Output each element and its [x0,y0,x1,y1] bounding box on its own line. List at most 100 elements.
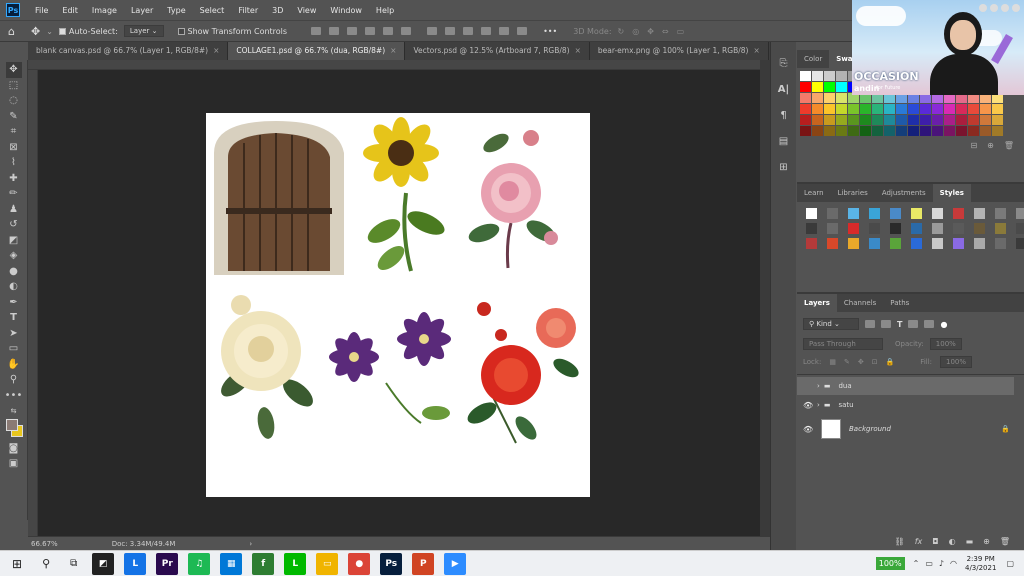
paragraph-panel-icon[interactable]: ¶ [777,108,791,122]
style-preset-swatch[interactable] [932,223,943,234]
screen-mode-icon[interactable]: ▣ [6,456,22,472]
menu-type[interactable]: Type [160,6,192,15]
align-right-icon[interactable] [401,27,412,35]
color-swatch[interactable] [812,126,823,136]
tab-learn[interactable]: Learn [797,184,831,202]
hand-tool-icon[interactable]: ✋ [6,357,22,373]
color-swatch[interactable] [836,82,847,92]
filter-type-icon[interactable]: T [897,320,902,329]
taskbar-app-spotify[interactable]: ♫ [188,552,211,575]
style-preset-swatch[interactable] [890,208,901,219]
align-left-icon[interactable] [365,27,376,35]
eyedropper-tool-icon[interactable]: ⌇ [6,155,22,171]
show-transform-checkbox[interactable]: Show Transform Controls [177,27,287,36]
color-swatch[interactable] [896,104,907,114]
close-icon[interactable]: × [390,46,396,55]
style-preset-swatch[interactable] [911,208,922,219]
close-icon[interactable]: × [753,46,759,55]
webcam-icon[interactable] [1001,4,1009,12]
layer-name[interactable]: satu [838,401,853,409]
style-preset-swatch[interactable] [1016,208,1024,219]
color-swatch[interactable] [968,115,979,125]
pen-tool-icon[interactable]: ✒ [6,295,22,311]
trash-icon[interactable]: 🗑 [1000,537,1010,546]
style-preset-swatch[interactable] [911,223,922,234]
color-swatches[interactable] [4,418,24,441]
blur-tool-icon[interactable]: ● [6,264,22,280]
libraries-panel-icon[interactable]: ▤ [777,134,791,148]
color-swatch[interactable] [920,115,931,125]
menu-filter[interactable]: Filter [231,6,265,15]
style-preset-swatch[interactable] [974,208,985,219]
network-icon[interactable]: ▭ [925,559,933,568]
style-preset-swatch[interactable] [890,223,901,234]
color-swatch[interactable] [884,104,895,114]
opacity-input[interactable]: 100% [929,338,962,350]
style-preset-swatch[interactable] [848,223,859,234]
filter-adjustment-icon[interactable] [881,320,891,328]
color-swatch[interactable] [896,126,907,136]
move-tool-icon[interactable]: ✥ [5,62,22,78]
color-swatch[interactable] [800,71,811,81]
home-icon[interactable]: ⌂ [8,25,15,38]
color-swatch[interactable] [812,104,823,114]
color-swatch[interactable] [836,93,847,103]
volume-icon[interactable]: ♪ [939,559,944,568]
adjustment-layer-icon[interactable]: ◐ [949,537,956,546]
tab-paths[interactable]: Paths [883,294,916,312]
layer-row-dua[interactable]: › ▬ dua [797,377,1014,395]
distribute-hcenter-icon[interactable] [499,27,510,35]
style-preset-swatch[interactable] [995,238,1006,249]
style-preset-swatch[interactable] [1016,223,1024,234]
eraser-tool-icon[interactable]: ◩ [6,233,22,249]
show-hidden-icons-chevron-icon[interactable]: ⌃ [913,559,920,568]
tab-layers[interactable]: Layers [797,294,837,312]
distribute-icon[interactable] [427,27,438,35]
color-swatch[interactable] [836,104,847,114]
align-bottom-icon[interactable] [347,27,358,35]
style-preset-swatch[interactable] [806,208,817,219]
taskbar-app-line[interactable]: L [284,552,307,575]
align-hcenter-icon[interactable] [383,27,394,35]
style-preset-swatch[interactable] [848,208,859,219]
layer-filter-dropdown[interactable]: ⚲ Kind ⌄ [803,318,859,330]
type-tool-icon[interactable]: T [6,310,22,326]
dodge-tool-icon[interactable]: ◐ [6,279,22,295]
tab-color[interactable]: Color [797,50,829,68]
color-swatch[interactable] [980,115,991,125]
zoom-level[interactable]: 66.67% [31,540,58,548]
distribute-bottom-icon[interactable] [463,27,474,35]
3d-pan-icon[interactable]: ✥ [647,27,654,36]
tab-blank-canvas[interactable]: blank canvas.psd @ 66.7% (Layer 1, RGB/8… [28,42,229,60]
menu-help[interactable]: Help [369,6,401,15]
style-preset-swatch[interactable] [953,238,964,249]
lock-pixels-icon[interactable]: ▦ [829,358,836,366]
style-preset-swatch[interactable] [869,238,880,249]
color-swatch[interactable] [968,126,979,136]
color-swatch[interactable] [920,104,931,114]
color-swatch[interactable] [992,115,1003,125]
color-swatch[interactable] [872,126,883,136]
taskbar-app-calculator[interactable]: ▦ [220,552,243,575]
color-swatch[interactable] [932,126,943,136]
color-swatch[interactable] [872,104,883,114]
lock-artboard-icon[interactable]: ⊡ [872,358,878,366]
history-brush-tool-icon[interactable]: ↺ [6,217,22,233]
color-swatch[interactable] [800,104,811,114]
color-swatch[interactable] [836,71,847,81]
layer-name[interactable]: dua [838,382,851,390]
taskbar-app-chrome[interactable]: ● [348,552,371,575]
lasso-tool-icon[interactable]: ◌ [6,93,22,109]
color-swatch[interactable] [812,93,823,103]
color-swatch[interactable] [920,126,931,136]
color-swatch[interactable] [812,71,823,81]
properties-panel-icon[interactable]: ⊞ [777,160,791,174]
color-swatch[interactable] [908,126,919,136]
menu-image[interactable]: Image [85,6,124,15]
more-options-icon[interactable]: ••• [543,27,557,36]
clone-stamp-tool-icon[interactable]: ♟ [6,202,22,218]
lock-all-icon[interactable]: 🔒 [886,358,895,366]
lock-position-icon[interactable]: ✥ [858,358,864,366]
filter-pixel-icon[interactable] [865,320,875,328]
color-swatch[interactable] [848,126,859,136]
